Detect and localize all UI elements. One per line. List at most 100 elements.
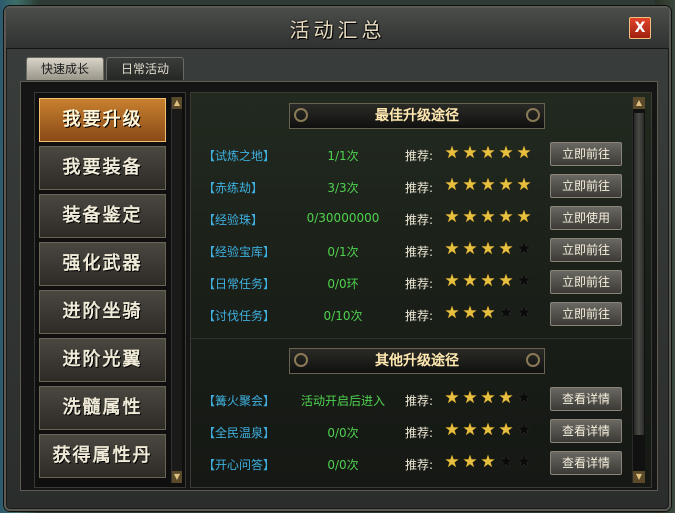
activity-row: 【日常任务】 0/0环 推荐: ★ ★ ★ ★ ★ 立即前往	[191, 269, 631, 297]
recommend-stars: ★ ★ ★ ★ ★	[443, 420, 533, 440]
activity-progress: 0/10次	[323, 309, 363, 323]
nav-item-level-up[interactable]: 我要升级	[39, 98, 166, 142]
nav-item-identify[interactable]: 装备鉴定	[39, 194, 166, 238]
close-icon[interactable]: X	[629, 17, 651, 39]
star-icon: ★	[462, 175, 478, 195]
recommend-stars: ★ ★ ★ ★ ★	[443, 388, 533, 408]
recommend-stars: ★ ★ ★ ★ ★	[443, 175, 533, 195]
go-now-button[interactable]: 立即前往	[550, 238, 622, 262]
activity-row: 【赤练劫】 3/3次 推荐: ★ ★ ★ ★ ★ 立即前往	[191, 173, 631, 201]
star-icon: ★	[516, 452, 532, 472]
star-icon: ★	[462, 143, 478, 163]
star-icon: ★	[516, 239, 532, 259]
star-icon: ★	[444, 420, 460, 440]
star-icon: ★	[462, 239, 478, 259]
recommend-stars: ★ ★ ★ ★ ★	[443, 303, 533, 323]
star-icon: ★	[444, 452, 460, 472]
star-icon: ★	[498, 420, 514, 440]
star-icon: ★	[462, 388, 478, 408]
view-details-button[interactable]: 查看详情	[550, 451, 622, 475]
recommend-label: 推荐:	[405, 426, 434, 440]
star-icon: ★	[444, 303, 460, 323]
title-bar[interactable]: 活动汇总 X	[6, 8, 669, 49]
star-icon: ★	[516, 303, 532, 323]
recommend-stars: ★ ★ ★ ★ ★	[443, 207, 533, 227]
star-icon: ★	[462, 303, 478, 323]
activity-name[interactable]: 【讨伐任务】	[203, 307, 275, 324]
recommend-label: 推荐:	[405, 309, 434, 323]
activity-name[interactable]: 【赤练劫】	[203, 179, 263, 196]
recommend-label: 推荐:	[405, 277, 434, 291]
star-icon: ★	[480, 175, 496, 195]
activity-progress: 0/30000000	[306, 211, 380, 225]
view-details-button[interactable]: 查看详情	[550, 419, 622, 443]
nav-item-equipment[interactable]: 我要装备	[39, 146, 166, 190]
recommend-stars: ★ ★ ★ ★ ★	[443, 143, 533, 163]
activity-row: 【经验珠】 0/30000000 推荐: ★ ★ ★ ★ ★ 立即使用	[191, 205, 631, 233]
recommend-stars: ★ ★ ★ ★ ★	[443, 452, 533, 472]
star-icon: ★	[480, 143, 496, 163]
view-details-button[interactable]: 查看详情	[550, 387, 622, 411]
activity-row: 【开心问答】 0/0次 推荐: ★ ★ ★ ★ ★ 查看详情	[191, 450, 631, 478]
go-now-button[interactable]: 立即前往	[550, 174, 622, 198]
star-icon: ★	[498, 175, 514, 195]
activity-progress: 0/0次	[327, 426, 359, 440]
nav-item-enhance-weapon[interactable]: 强化武器	[39, 242, 166, 286]
scrollbar-thumb[interactable]	[634, 113, 644, 435]
star-icon: ★	[498, 239, 514, 259]
recommend-label: 推荐:	[405, 394, 434, 408]
activity-row: 【试炼之地】 1/1次 推荐: ★ ★ ★ ★ ★ 立即前往	[191, 141, 631, 169]
go-now-button[interactable]: 立即前往	[550, 302, 622, 326]
star-icon: ★	[498, 303, 514, 323]
star-icon: ★	[480, 452, 496, 472]
tab-daily-activity[interactable]: 日常活动	[106, 57, 184, 80]
star-icon: ★	[498, 388, 514, 408]
activity-progress: 0/0次	[327, 458, 359, 472]
activity-name[interactable]: 【开心问答】	[203, 456, 275, 473]
activity-row: 【全民温泉】 0/0次 推荐: ★ ★ ★ ★ ★ 查看详情	[191, 418, 631, 446]
star-icon: ★	[444, 388, 460, 408]
star-icon: ★	[444, 207, 460, 227]
arrow-down-icon[interactable]: ▼	[633, 471, 645, 483]
activity-name[interactable]: 【经验宝库】	[203, 243, 275, 260]
nav-item-mount-advance[interactable]: 进阶坐骑	[39, 290, 166, 334]
star-icon: ★	[498, 271, 514, 291]
sidebar-scrollbar[interactable]: ▲ ▼	[171, 97, 182, 483]
main-scrollbar[interactable]: ▲ ▼	[632, 97, 645, 483]
go-now-button[interactable]: 立即前往	[550, 270, 622, 294]
star-icon: ★	[516, 388, 532, 408]
arrow-down-icon[interactable]: ▼	[172, 471, 182, 483]
arrow-up-icon[interactable]: ▲	[633, 97, 645, 109]
nav-item-wing-advance[interactable]: 进阶光翼	[39, 338, 166, 382]
use-now-button[interactable]: 立即使用	[550, 206, 622, 230]
nav-item-refine-attributes[interactable]: 洗髓属性	[39, 386, 166, 430]
recommend-label: 推荐:	[405, 149, 434, 163]
section-divider	[191, 338, 633, 339]
star-icon: ★	[444, 143, 460, 163]
tab-fast-growth[interactable]: 快速成长	[26, 57, 104, 80]
star-icon: ★	[516, 143, 532, 163]
category-sidebar: 我要升级 我要装备 装备鉴定 强化武器 进阶坐骑 进阶光翼 洗髓属性 获得属性丹…	[34, 92, 186, 488]
activity-name[interactable]: 【经验珠】	[203, 211, 263, 228]
go-now-button[interactable]: 立即前往	[550, 142, 622, 166]
recommend-label: 推荐:	[405, 213, 434, 227]
star-icon: ★	[516, 175, 532, 195]
activity-progress: 3/3次	[327, 181, 359, 195]
star-icon: ★	[480, 420, 496, 440]
star-icon: ★	[462, 207, 478, 227]
nav-item-attribute-pill[interactable]: 获得属性丹	[39, 434, 166, 478]
activity-list-panel: 最佳升级途径 【试炼之地】 1/1次 推荐: ★ ★ ★ ★ ★ 立即前往 【赤练劫】 …	[190, 92, 652, 488]
activity-name[interactable]: 【试炼之地】	[203, 147, 275, 164]
activity-name[interactable]: 【日常任务】	[203, 275, 275, 292]
star-icon: ★	[498, 207, 514, 227]
star-icon: ★	[498, 452, 514, 472]
activity-progress: 1/1次	[327, 149, 359, 163]
star-icon: ★	[480, 207, 496, 227]
recommend-label: 推荐:	[405, 181, 434, 195]
star-icon: ★	[444, 239, 460, 259]
activity-name[interactable]: 【全民温泉】	[203, 424, 275, 441]
activity-name[interactable]: 【篝火聚会】	[203, 392, 275, 409]
star-icon: ★	[480, 388, 496, 408]
arrow-up-icon[interactable]: ▲	[172, 97, 182, 109]
star-icon: ★	[480, 239, 496, 259]
